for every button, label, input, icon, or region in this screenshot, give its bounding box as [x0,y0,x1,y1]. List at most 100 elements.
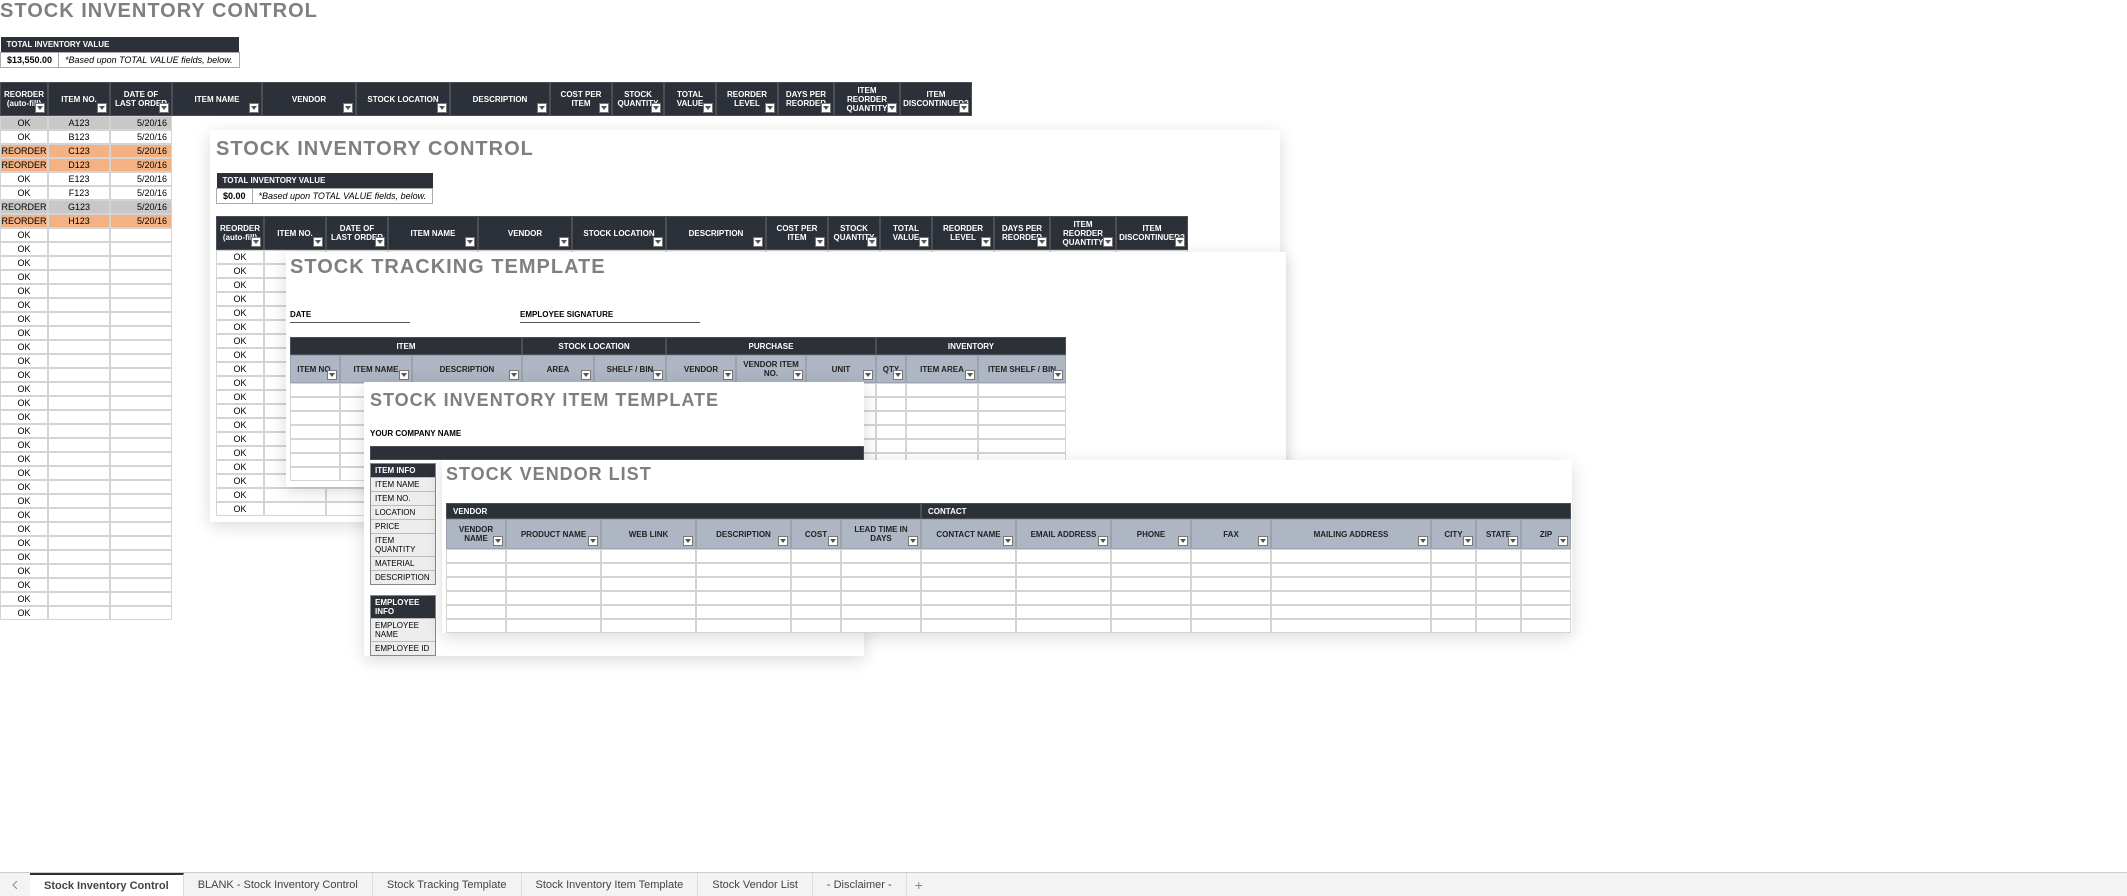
filter-dropdown-icon[interactable] [828,536,838,546]
column-header[interactable]: ITEM NO. [48,82,110,116]
filter-dropdown-icon[interactable] [893,370,903,380]
column-header[interactable]: REORDER (auto-fill) [0,82,48,116]
filter-dropdown-icon[interactable] [723,370,733,380]
column-header[interactable]: DESCRIPTION [666,216,766,250]
filter-dropdown-icon[interactable] [559,237,569,247]
column-subheader[interactable]: CITY [1431,519,1476,549]
filter-dropdown-icon[interactable] [867,237,877,247]
column-header[interactable]: STOCK QUANTITY [612,82,664,116]
column-subheader[interactable]: DESCRIPTION [696,519,791,549]
filter-dropdown-icon[interactable] [588,536,598,546]
sheet-tab[interactable]: - Disclaimer - [813,873,907,896]
column-header[interactable]: COST PER ITEM [550,82,612,116]
column-header[interactable]: DATE OF LAST ORDER [326,216,388,250]
column-subheader[interactable]: CONTACT NAME [921,519,1016,549]
filter-dropdown-icon[interactable] [1037,237,1047,247]
column-header[interactable]: TOTAL VALUE [664,82,716,116]
filter-dropdown-icon[interactable] [1178,536,1188,546]
filter-dropdown-icon[interactable] [1175,237,1185,247]
column-subheader[interactable]: ITEM NAME [340,355,412,383]
filter-dropdown-icon[interactable] [981,237,991,247]
filter-dropdown-icon[interactable] [683,536,693,546]
column-header[interactable]: STOCK QUANTITY [828,216,880,250]
filter-dropdown-icon[interactable] [1418,536,1428,546]
filter-dropdown-icon[interactable] [1053,370,1063,380]
column-subheader[interactable]: SHELF / BIN [594,355,666,383]
column-header[interactable]: REORDER LEVEL [716,82,778,116]
filter-dropdown-icon[interactable] [599,103,609,113]
column-header[interactable]: DAYS PER REORDER [994,216,1050,250]
sheet-tab[interactable]: Stock Vendor List [698,873,813,896]
column-header[interactable]: VENDOR [478,216,572,250]
filter-dropdown-icon[interactable] [1103,237,1113,247]
column-subheader[interactable]: ZIP [1521,519,1571,549]
column-header[interactable]: STOCK LOCATION [356,82,450,116]
column-subheader[interactable]: AREA [522,355,594,383]
column-header[interactable]: ITEM NAME [388,216,478,250]
column-subheader[interactable]: PRODUCT NAME [506,519,601,549]
filter-dropdown-icon[interactable] [1098,536,1108,546]
filter-dropdown-icon[interactable] [1258,536,1268,546]
filter-dropdown-icon[interactable] [793,370,803,380]
column-subheader[interactable]: VENDOR NAME [446,519,506,549]
filter-dropdown-icon[interactable] [581,370,591,380]
filter-dropdown-icon[interactable] [35,103,45,113]
column-header[interactable]: REORDER (auto-fill) [216,216,264,250]
column-header[interactable]: TOTAL VALUE [880,216,932,250]
date-input-line[interactable] [290,322,410,323]
filter-dropdown-icon[interactable] [908,536,918,546]
column-header[interactable]: ITEM NO. [264,216,326,250]
filter-dropdown-icon[interactable] [1463,536,1473,546]
filter-dropdown-icon[interactable] [1508,536,1518,546]
filter-dropdown-icon[interactable] [959,103,969,113]
column-subheader[interactable]: ITEM NO. [290,355,340,383]
column-header[interactable]: ITEM DISCONTINUED? [900,82,972,116]
column-subheader[interactable]: COST [791,519,841,549]
sheet-tab[interactable]: BLANK - Stock Inventory Control [184,873,373,896]
column-subheader[interactable]: VENDOR [666,355,736,383]
column-header[interactable]: ITEM REORDER QUANTITY [1050,216,1116,250]
column-subheader[interactable]: QTY [876,355,906,383]
filter-dropdown-icon[interactable] [753,237,763,247]
filter-dropdown-icon[interactable] [437,103,447,113]
sheet-tab[interactable]: Stock Tracking Template [373,873,522,896]
sheet-tab[interactable]: Stock Inventory Item Template [522,873,699,896]
filter-dropdown-icon[interactable] [778,536,788,546]
column-header[interactable]: VENDOR [262,82,356,116]
column-header[interactable]: ITEM NAME [172,82,262,116]
filter-dropdown-icon[interactable] [653,370,663,380]
filter-dropdown-icon[interactable] [965,370,975,380]
filter-dropdown-icon[interactable] [375,237,385,247]
filter-dropdown-icon[interactable] [343,103,353,113]
column-subheader[interactable]: ITEM AREA [906,355,978,383]
column-subheader[interactable]: WEB LINK [601,519,696,549]
filter-dropdown-icon[interactable] [399,370,409,380]
column-subheader[interactable]: STATE [1476,519,1521,549]
column-subheader[interactable]: DESCRIPTION [412,355,522,383]
column-subheader[interactable]: UNIT [806,355,876,383]
column-subheader[interactable]: PHONE [1111,519,1191,549]
filter-dropdown-icon[interactable] [97,103,107,113]
column-subheader[interactable]: ITEM SHELF / BIN [978,355,1066,383]
filter-dropdown-icon[interactable] [313,237,323,247]
column-header[interactable]: STOCK LOCATION [572,216,666,250]
column-subheader[interactable]: VENDOR ITEM NO. [736,355,806,383]
sheet-tab[interactable]: Stock Inventory Control [30,873,184,896]
filter-dropdown-icon[interactable] [653,237,663,247]
filter-dropdown-icon[interactable] [887,103,897,113]
filter-dropdown-icon[interactable] [815,237,825,247]
filter-dropdown-icon[interactable] [327,370,337,380]
tab-nav-prev[interactable] [0,873,30,896]
column-header[interactable]: ITEM DISCONTINUED? [1116,216,1188,250]
column-subheader[interactable]: LEAD TIME IN DAYS [841,519,921,549]
filter-dropdown-icon[interactable] [251,237,261,247]
signature-input-line[interactable] [520,322,700,323]
column-header[interactable]: REORDER LEVEL [932,216,994,250]
column-header[interactable]: DATE OF LAST ORDER [110,82,172,116]
filter-dropdown-icon[interactable] [765,103,775,113]
column-header[interactable]: DESCRIPTION [450,82,550,116]
column-subheader[interactable]: FAX [1191,519,1271,549]
filter-dropdown-icon[interactable] [703,103,713,113]
filter-dropdown-icon[interactable] [509,370,519,380]
filter-dropdown-icon[interactable] [651,103,661,113]
